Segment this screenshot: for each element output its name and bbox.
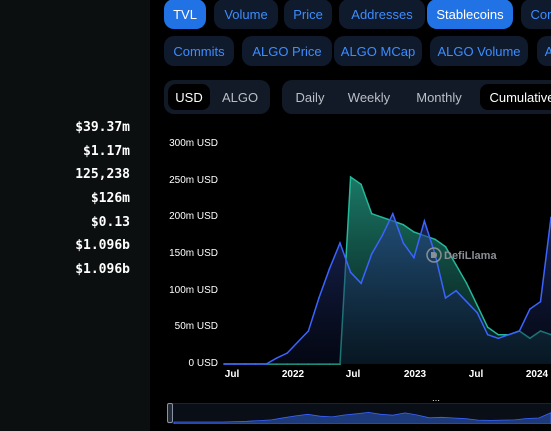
series-point: [455, 264, 457, 266]
x-tick-label: 2023: [403, 369, 427, 380]
series-point: [476, 304, 478, 307]
series-point: [318, 297, 320, 299]
series-point: [286, 352, 289, 354]
series-point: [349, 176, 352, 178]
series-point: [339, 242, 341, 244]
series-point: [413, 231, 415, 233]
y-tick-label: 300m USD: [169, 138, 218, 149]
series-point: [518, 330, 521, 332]
y-tick-label: 200m USD: [169, 211, 218, 223]
series-point: [465, 300, 468, 303]
series-point: [508, 333, 510, 336]
y-tick-label: 150m USD: [169, 248, 218, 259]
series-point: [328, 267, 331, 270]
series-point: [413, 256, 415, 259]
series-point: [265, 363, 267, 365]
series-point: [529, 308, 531, 310]
series-area-0: [224, 213, 551, 364]
tvl-stablecoins-chart[interactable]: [0, 0, 551, 431]
range-brush[interactable]: [168, 403, 551, 425]
series-point: [486, 333, 489, 336]
series-point: [423, 220, 426, 222]
series-point: [455, 289, 457, 292]
series-point: [275, 357, 278, 359]
series-point: [381, 216, 384, 219]
series-point: [233, 363, 236, 365]
y-tick-label: 50m USD: [174, 321, 218, 333]
x-tick-label: Jul: [224, 369, 240, 380]
x-tick-label: 2024: [525, 369, 549, 380]
brush-handle-left[interactable]: [167, 403, 173, 423]
series-point: [349, 271, 352, 274]
x-tick-label: 2022: [281, 369, 305, 380]
x-tick-label: Jul: [468, 369, 484, 380]
x-tick-label: Jul: [345, 369, 361, 380]
series-point: [360, 282, 362, 285]
brush-area: [173, 411, 551, 425]
series-point: [539, 300, 542, 303]
brush-grip-icon[interactable]: ⋯: [432, 396, 440, 405]
defillama-logo-icon: [426, 247, 442, 263]
series-point: [370, 253, 373, 255]
series-point: [402, 223, 405, 226]
series-point: [391, 212, 394, 215]
series-point: [370, 212, 373, 215]
series-point: [444, 245, 447, 248]
series-point: [497, 337, 500, 340]
y-tick-label: 0 USD: [188, 358, 218, 369]
series-point: [486, 326, 489, 329]
watermark: DefiLlama: [444, 250, 497, 262]
series-point: [360, 183, 362, 186]
series-point: [444, 297, 447, 299]
series-point: [307, 330, 310, 332]
series-point: [402, 242, 405, 244]
series-point: [497, 333, 500, 336]
series-point: [476, 311, 478, 314]
series-point: [254, 363, 257, 365]
brush-preview: [173, 411, 551, 425]
series-point: [434, 238, 436, 241]
series-point: [297, 341, 299, 343]
y-tick-label: 250m USD: [169, 174, 218, 186]
series-point: [381, 234, 384, 237]
series-point: [223, 363, 225, 365]
series-point: [244, 363, 246, 365]
series-point: [465, 282, 468, 285]
y-tick-label: 100m USD: [169, 284, 218, 296]
